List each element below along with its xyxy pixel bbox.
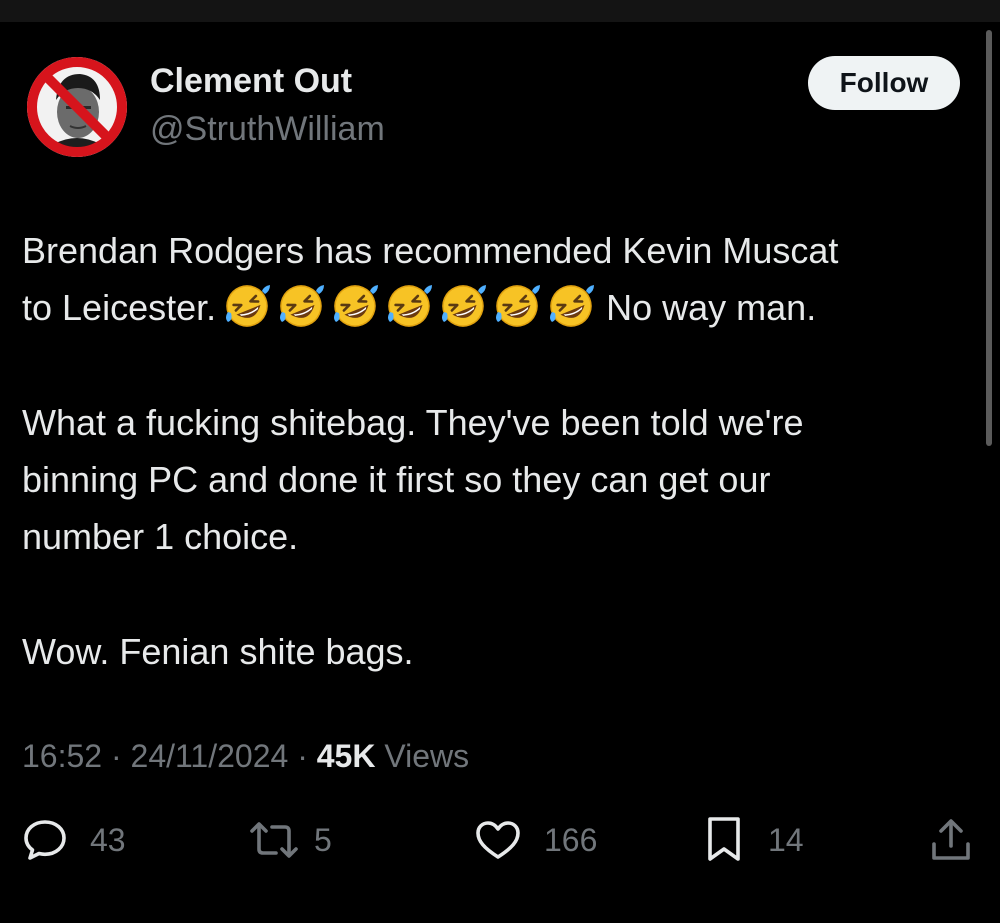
rolling-laughing-emoji-icon: [442, 285, 487, 328]
meta-separator: ·: [102, 738, 131, 774]
repost-count: 5: [314, 821, 332, 858]
rolling-laughing-emoji-icon: [496, 285, 541, 328]
like-count: 166: [544, 821, 598, 858]
share-button[interactable]: [926, 815, 976, 865]
tweet-line: What a fucking shitebag. They've been to…: [22, 402, 804, 443]
laughing-emoji-group: [222, 282, 600, 330]
rolling-laughing-emoji-icon: [226, 285, 271, 328]
repost-button[interactable]: 5: [248, 815, 332, 865]
views-count: 45K: [316, 738, 376, 774]
author-display-name[interactable]: Clement Out: [150, 62, 352, 101]
bookmark-count: 14: [768, 821, 804, 858]
tweet-line: Wow. Fenian shite bags.: [22, 631, 414, 672]
bookmark-button[interactable]: 14: [702, 815, 804, 865]
tweet-text: Brendan Rodgers has recommended Kevin Mu…: [22, 222, 982, 680]
tweet-time[interactable]: 16:52: [22, 738, 102, 774]
rolling-laughing-emoji-icon: [388, 285, 433, 328]
tweet-line: to Leicester. No way man.: [22, 279, 982, 336]
views-label: Views: [375, 738, 470, 774]
tweet-meta: 16:52 · 24/11/2024 · 45K Views: [22, 738, 469, 775]
avatar[interactable]: [22, 52, 132, 162]
reply-button[interactable]: 43: [22, 815, 126, 865]
tweet-line: Brendan Rodgers has recommended Kevin Mu…: [22, 230, 839, 271]
like-button[interactable]: 166: [474, 815, 597, 865]
meta-separator: ·: [288, 738, 317, 774]
tweet-line: number 1 choice.: [22, 516, 299, 557]
rolling-laughing-emoji-icon: [334, 285, 379, 328]
tweet-date[interactable]: 24/11/2024: [131, 738, 289, 774]
rolling-laughing-emoji-icon: [550, 285, 595, 328]
scrollbar[interactable]: [986, 30, 992, 446]
repost-icon: [248, 817, 300, 863]
author-handle[interactable]: @StruthWilliam: [150, 110, 385, 149]
tweet-text-segment: to Leicester.: [22, 287, 217, 328]
share-icon: [926, 816, 976, 864]
follow-button[interactable]: Follow: [808, 56, 960, 110]
heart-icon: [474, 817, 522, 863]
tweet-text-segment: No way man.: [606, 287, 817, 328]
reply-count: 43: [90, 821, 126, 858]
bookmark-icon: [702, 815, 746, 865]
top-status-strip: [0, 0, 1000, 22]
reply-icon: [22, 817, 68, 863]
tweet-line: binning PC and done it first so they can…: [22, 459, 771, 500]
rolling-laughing-emoji-icon: [280, 285, 325, 328]
